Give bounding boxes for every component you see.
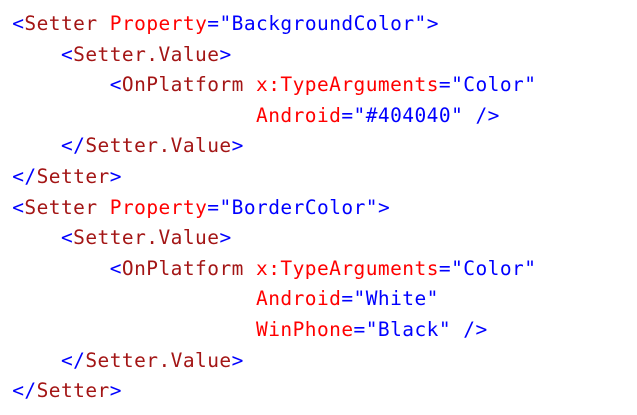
xml-punctuation: <	[109, 256, 122, 280]
xml-punctuation: </	[60, 134, 86, 158]
code-line: Android="#404040" />	[0, 101, 637, 132]
xml-attribute-value: "BorderColor"	[219, 195, 378, 219]
xml-punctuation: =	[353, 317, 366, 341]
xml-punctuation: >	[377, 195, 391, 219]
xml-punctuation: </	[12, 379, 37, 403]
xml-punctuation: <	[60, 226, 74, 250]
xml-element-name: Setter	[24, 195, 98, 219]
xml-attribute-value: "Black"	[365, 317, 452, 341]
xml-element-name: Setter.Value	[73, 226, 220, 250]
xml-punctuation: />	[463, 317, 488, 341]
xml-attribute-name: Property	[109, 12, 208, 35]
xml-punctuation: =	[207, 12, 220, 35]
xml-punctuation: =	[438, 73, 452, 97]
xml-attribute-name: WinPhone	[256, 317, 354, 341]
xml-element-name: Setter.Value	[73, 42, 220, 66]
xml-attribute-name: Android	[256, 103, 342, 127]
xml-attribute-value: "BackgroundColor"	[219, 12, 427, 35]
xml-element-name: Setter	[36, 379, 110, 403]
code-line: <Setter.Value>	[0, 40, 637, 71]
xml-attribute-value: "Color"	[451, 256, 537, 280]
xml-punctuation: >	[109, 164, 122, 188]
xml-attribute-name: Property	[109, 195, 208, 219]
xml-punctuation: >	[109, 379, 122, 403]
xml-attribute-name: x:TypeArguments	[256, 73, 439, 97]
code-line: </Setter.Value>	[0, 131, 637, 162]
code-line: <OnPlatform x:TypeArguments="Color"	[0, 254, 637, 285]
code-line: Android="White"	[0, 284, 637, 315]
xml-punctuation: <	[60, 42, 74, 66]
code-line: <Setter Property="BackgroundColor">	[0, 9, 637, 40]
xml-element-name: Setter	[24, 12, 98, 35]
xml-punctuation: =	[341, 103, 354, 127]
xml-element-name: OnPlatform	[121, 73, 244, 97]
xml-punctuation: =	[438, 256, 452, 280]
code-line: <Setter Property="BorderColor">	[0, 193, 637, 224]
xml-punctuation: <	[12, 195, 25, 219]
code-line: <OnPlatform x:TypeArguments="Color"	[0, 70, 637, 101]
code-line: </Setter>	[0, 162, 637, 193]
xml-element-name: Setter	[36, 164, 110, 188]
xml-punctuation: </	[12, 164, 37, 188]
xml-punctuation: </	[60, 348, 86, 372]
code-line: </Setter>	[0, 376, 637, 407]
xml-attribute-value: "White"	[353, 287, 439, 311]
code-line: WinPhone="Black" />	[0, 315, 637, 346]
xml-element-name: OnPlatform	[121, 256, 244, 280]
xml-punctuation: =	[341, 287, 354, 311]
xml-punctuation: >	[231, 134, 244, 158]
xml-element-name: Setter.Value	[85, 134, 232, 158]
xml-attribute-name: x:TypeArguments	[256, 256, 439, 280]
xml-punctuation: =	[207, 195, 220, 219]
xml-punctuation: <	[12, 12, 25, 35]
xml-element-name: Setter.Value	[85, 348, 232, 372]
xml-attribute-value: "Color"	[451, 73, 537, 97]
xml-punctuation: />	[475, 103, 500, 127]
code-line: </Setter.Value>	[0, 346, 637, 377]
xml-punctuation: >	[219, 42, 232, 66]
xaml-code-block: <Setter Property="BackgroundColor"> <Set…	[0, 0, 637, 415]
xml-punctuation: >	[219, 226, 232, 250]
code-line: <Setter.Value>	[0, 223, 637, 254]
xml-punctuation: >	[231, 348, 244, 372]
xml-punctuation: <	[109, 73, 122, 97]
xml-attribute-name: Android	[256, 287, 342, 311]
xml-punctuation: >	[426, 12, 439, 35]
xml-attribute-value: "#404040"	[353, 103, 464, 127]
